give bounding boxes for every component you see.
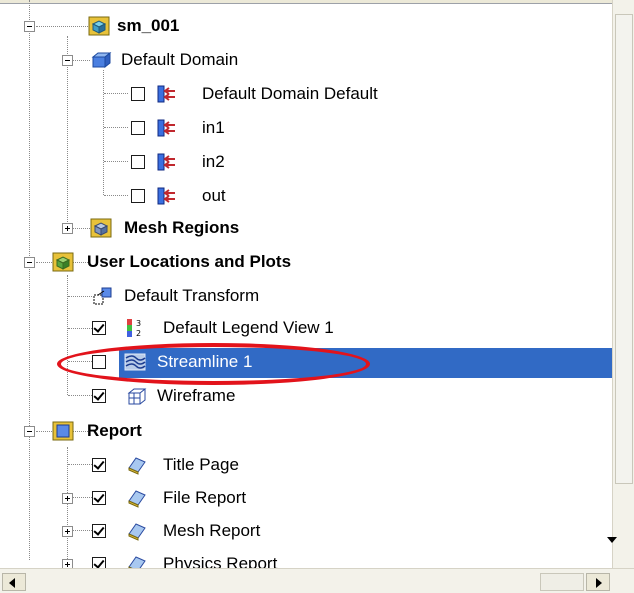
outline-tree: sm_001 Default Domain Default Domain Def…	[0, 0, 612, 568]
report-page-icon	[128, 457, 146, 475]
case-cube-icon	[88, 16, 110, 36]
tree-label: Default Domain Default	[202, 84, 378, 103]
tree-label: Mesh Regions	[124, 218, 240, 237]
visibility-checkbox[interactable]	[92, 458, 106, 472]
tree-row-report[interactable]: Report	[0, 415, 612, 447]
report-page-icon	[128, 523, 146, 541]
visibility-checkbox[interactable]	[131, 121, 145, 135]
collapse-toggle[interactable]	[24, 21, 35, 32]
boundary-icon	[157, 153, 175, 171]
scroll-down-arrow-icon[interactable]	[607, 537, 617, 543]
tree-row-boundary[interactable]: out	[0, 180, 612, 212]
highlight-oval	[57, 343, 370, 385]
report-icon	[52, 421, 74, 441]
visibility-checkbox[interactable]	[92, 557, 106, 568]
tree-label: Mesh Report	[163, 521, 261, 540]
scrollbar-thumb[interactable]	[615, 14, 633, 484]
boundary-icon	[157, 119, 175, 137]
tree-row-default-domain[interactable]: Default Domain	[0, 44, 612, 76]
tree-label: out	[202, 186, 226, 205]
visibility-checkbox[interactable]	[131, 87, 145, 101]
tree-row-mesh-regions[interactable]: Mesh Regions	[0, 212, 612, 244]
scrollbar-thumb[interactable]	[540, 573, 584, 591]
collapse-toggle[interactable]	[24, 426, 35, 437]
tree-label: User Locations and Plots	[87, 252, 292, 271]
tree-row-boundary[interactable]: in2	[0, 146, 612, 178]
user-locations-cube-icon	[52, 252, 74, 272]
scroll-left-arrow-icon[interactable]	[2, 573, 26, 591]
boundary-icon	[157, 85, 175, 103]
boundary-icon	[157, 187, 175, 205]
expand-toggle[interactable]	[62, 559, 73, 568]
tree-row-default-transform[interactable]: Default Transform	[0, 280, 612, 312]
collapse-toggle[interactable]	[62, 55, 73, 66]
tree-label: Default Legend View 1	[163, 318, 334, 337]
tree-label: Report	[87, 421, 142, 440]
tree-row-wireframe[interactable]: Wireframe	[0, 380, 612, 412]
tree-row-report-item[interactable]: Mesh Report	[0, 515, 612, 547]
visibility-checkbox[interactable]	[131, 155, 145, 169]
tree-label: Physics Report	[163, 554, 278, 568]
visibility-checkbox[interactable]	[92, 491, 106, 505]
report-page-icon	[128, 556, 146, 568]
transform-icon	[93, 287, 112, 305]
expand-toggle[interactable]	[62, 493, 73, 504]
tree-row-report-item[interactable]: File Report	[0, 482, 612, 514]
vertical-scrollbar[interactable]	[612, 0, 634, 568]
visibility-checkbox[interactable]	[92, 321, 106, 335]
visibility-checkbox[interactable]	[92, 524, 106, 538]
legend-icon: 3 2	[127, 319, 141, 338]
tree-label: in2	[202, 152, 225, 171]
tree-label: Default Domain	[121, 50, 239, 69]
tree-row-report-item[interactable]: Title Page	[0, 449, 612, 481]
horizontal-scrollbar[interactable]	[0, 568, 634, 593]
tree-label: in1	[202, 118, 225, 137]
tree-row-sm-001[interactable]: sm_001	[0, 10, 612, 42]
expand-toggle[interactable]	[62, 223, 73, 234]
top-border	[0, 0, 612, 4]
tree-row-boundary[interactable]: Default Domain Default	[0, 78, 612, 110]
domain-box-icon	[91, 51, 112, 69]
svg-text:3: 3	[136, 319, 141, 328]
scroll-right-arrow-icon[interactable]	[586, 573, 610, 591]
collapse-toggle[interactable]	[24, 257, 35, 268]
report-page-icon	[128, 490, 146, 508]
tree-row-boundary[interactable]: in1	[0, 112, 612, 144]
tree-row-report-item[interactable]: Physics Report	[0, 548, 612, 568]
mesh-cube-icon	[90, 218, 112, 238]
expand-toggle[interactable]	[62, 526, 73, 537]
svg-text:2: 2	[136, 329, 141, 338]
tree-label: Title Page	[163, 455, 239, 474]
tree-label: Default Transform	[124, 286, 260, 305]
visibility-checkbox[interactable]	[92, 389, 106, 403]
visibility-checkbox[interactable]	[131, 189, 145, 203]
wireframe-icon	[127, 388, 147, 405]
tree-label: File Report	[163, 488, 247, 507]
tree-label: sm_001	[117, 16, 180, 35]
tree-row-legend-view[interactable]: 3 2 Default Legend View 1	[0, 312, 612, 344]
tree-row-user-locations[interactable]: User Locations and Plots	[0, 246, 612, 278]
